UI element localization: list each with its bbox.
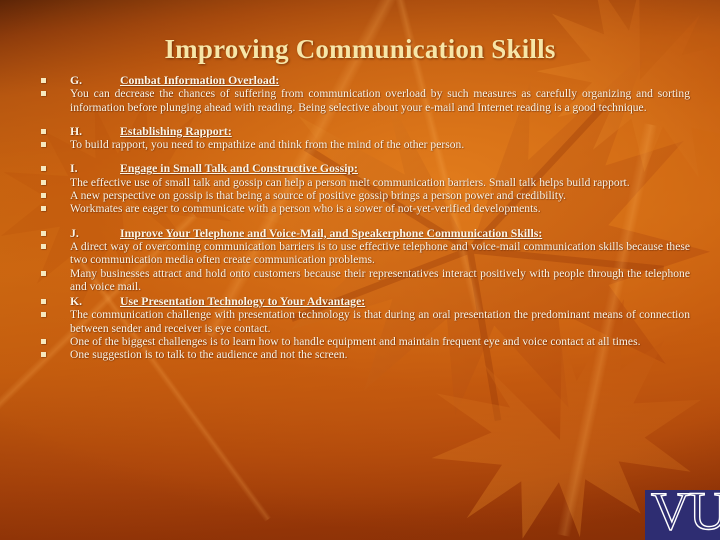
- vu-logo: VU: [645, 490, 720, 540]
- heading-letter-h: H.: [70, 123, 83, 138]
- body-text: One of the biggest challenges is to lear…: [70, 335, 641, 349]
- body-line: The effective use of small talk and goss…: [0, 176, 720, 189]
- content-group-i: I. Engage in Small Talk and Constructive …: [0, 162, 720, 215]
- body-line: One suggestion is to talk to the audienc…: [0, 348, 720, 361]
- body-text: The communication challenge with present…: [70, 308, 690, 335]
- bullet-square-icon: [41, 352, 46, 358]
- body-text: You can decrease the chances of sufferin…: [70, 87, 690, 114]
- body-text: Workmates are eager to communicate with …: [70, 202, 541, 216]
- presentation-slide: Improving Communication Skills G. Combat …: [0, 0, 720, 540]
- bullet-square-icon: [41, 243, 46, 249]
- bullet-square-icon: [41, 91, 46, 97]
- heading-row-g: G. Combat Information Overload:: [0, 73, 720, 87]
- body-text: The effective use of small talk and goss…: [70, 175, 630, 189]
- heading-title-j: Improve Your Telephone and Voice-Mail, a…: [120, 225, 543, 240]
- body-line: A new perspective on gossip is that bein…: [0, 189, 720, 202]
- body-line: Many businesses attract and hold onto cu…: [0, 267, 720, 294]
- body-line: Workmates are eager to communicate with …: [0, 202, 720, 215]
- body-line: To build rapport, you need to empathize …: [0, 138, 720, 151]
- bullet-square-icon: [41, 206, 46, 212]
- bullet-square-icon: [41, 270, 46, 276]
- bullet-square-icon: [41, 193, 46, 199]
- bullet-square-icon: [41, 299, 46, 305]
- heading-row-j: J. Improve Your Telephone and Voice-Mail,…: [0, 225, 720, 240]
- body-text: A direct way of overcoming communication…: [70, 239, 690, 267]
- heading-row-i: I. Engage in Small Talk and Constructive …: [0, 162, 720, 175]
- heading-row-k: K. Use Presentation Technology to Your Ad…: [0, 294, 720, 309]
- body-text: A new perspective on gossip is that bein…: [70, 189, 567, 203]
- vu-logo-text: VU: [650, 490, 720, 540]
- heading-row-h: H. Establishing Rapport:: [0, 123, 720, 138]
- body-line: One of the biggest challenges is to lear…: [0, 335, 720, 348]
- content-group-j: J. Improve Your Telephone and Voice-Mail,…: [0, 225, 720, 294]
- body-line: The communication challenge with present…: [0, 308, 720, 335]
- bullet-square-icon: [41, 179, 46, 185]
- bullet-square-icon: [41, 312, 46, 318]
- bullet-square-icon: [41, 339, 46, 345]
- heading-title-i: Engage in Small Talk and Constructive Go…: [120, 161, 358, 176]
- heading-letter-i: I.: [70, 161, 78, 176]
- bullet-square-icon: [41, 128, 46, 134]
- content-group-k: K. Use Presentation Technology to Your Ad…: [0, 294, 720, 361]
- bullet-square-icon: [41, 166, 46, 172]
- slide-body: G. Combat Information Overload: You can d…: [0, 73, 720, 362]
- bullet-square-icon: [41, 78, 46, 83]
- bullet-square-icon: [41, 142, 46, 148]
- body-text: One suggestion is to talk to the audienc…: [70, 348, 348, 362]
- heading-title-k: Use Presentation Technology to Your Adva…: [120, 294, 366, 309]
- content-group-h: H. Establishing Rapport: To build rapport…: [0, 123, 720, 152]
- page-title: Improving Communication Skills: [164, 34, 556, 64]
- body-line: You can decrease the chances of sufferin…: [0, 87, 720, 114]
- heading-title-h: Establishing Rapport:: [120, 123, 232, 138]
- bullet-square-icon: [41, 230, 46, 236]
- heading-title-g: Combat Information Overload:: [120, 73, 280, 87]
- body-text: To build rapport, you need to empathize …: [70, 138, 465, 152]
- content-group-g: G. Combat Information Overload: You can d…: [0, 73, 720, 114]
- heading-letter-j: J.: [70, 225, 79, 240]
- heading-letter-k: K.: [70, 294, 83, 309]
- body-line: A direct way of overcoming communication…: [0, 240, 720, 267]
- heading-letter-g: G.: [70, 73, 83, 87]
- body-text: Many businesses attract and hold onto cu…: [70, 266, 690, 293]
